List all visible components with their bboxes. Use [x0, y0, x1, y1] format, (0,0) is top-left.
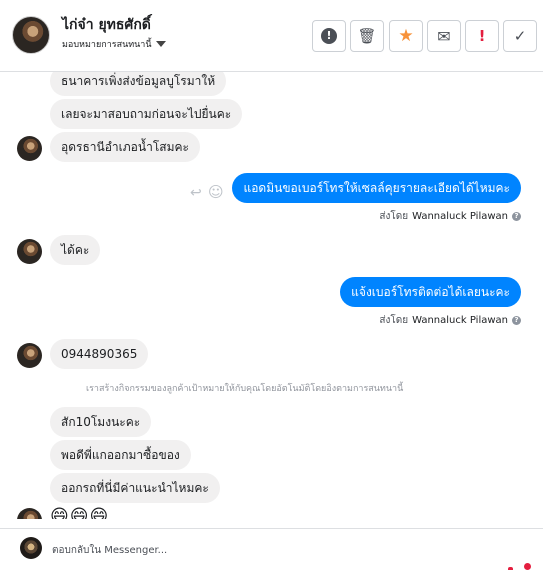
contact-avatar[interactable] — [12, 16, 50, 54]
trash-icon: 🗑 — [357, 27, 377, 45]
reply-input[interactable]: ตอบกลับใน Messenger... — [52, 543, 167, 558]
mark-spam-button[interactable]: ! — [312, 20, 346, 52]
message-bubble: ได้คะ — [50, 235, 101, 265]
system-notice: เราสร้างกิจกรรมของลูกค้าเป้าหมายให้กับคุ… — [86, 384, 404, 394]
done-button[interactable]: ✓ — [503, 20, 537, 52]
emoji-message: 😄😄😄 — [50, 506, 110, 519]
contact-avatar — [17, 136, 42, 161]
notification-dot — [524, 563, 531, 570]
star-button[interactable]: ★ — [389, 20, 423, 52]
assign-label: มอบหมายการสนทนานี้ — [62, 40, 152, 50]
sent-by-line: ส่งโดย Wannaluck Pilawan ? — [379, 313, 521, 328]
envelope-icon: ✉ — [437, 26, 451, 46]
contact-name[interactable]: ไก่จ๋า ยุทธศักดิ์ — [62, 14, 151, 36]
message-bubble-outgoing: แอดมินขอเบอร์โทรให้เซลล์คุยรายละเอียดได้… — [232, 173, 521, 203]
contact-avatar — [17, 239, 42, 264]
message-bubble: 0944890365 — [50, 339, 149, 369]
delete-button[interactable]: 🗑 — [350, 20, 384, 52]
star-icon: ★ — [398, 26, 414, 46]
message-bubble: ออกรถที่นี่มีค่าแนะนำไหมคะ — [50, 473, 220, 503]
message-bubble: พอดีพี่แกออกมาซื้อของ — [50, 440, 191, 470]
message-bubble: ธนาคารเพิ่งส่งข้อมูลบูโรมาให้ — [50, 72, 227, 96]
info-icon[interactable]: ? — [512, 316, 521, 325]
sent-by-name: Wannaluck Pilawan — [412, 315, 508, 326]
reply-composer[interactable]: ตอบกลับใน Messenger... — [0, 528, 543, 570]
react-smiley-icon[interactable]: ☺ — [208, 183, 224, 201]
sent-by-name: Wannaluck Pilawan — [412, 211, 508, 222]
sent-by-line: ส่งโดย Wannaluck Pilawan ? — [379, 209, 521, 224]
checkmark-icon: ✓ — [513, 27, 527, 45]
exclamation-icon: ! — [478, 27, 486, 45]
reply-icon[interactable]: ↩ — [190, 185, 202, 201]
alert-circle-icon: ! — [321, 28, 337, 44]
mark-unread-button[interactable]: ✉ — [427, 20, 461, 52]
contact-avatar — [17, 343, 42, 368]
contact-avatar — [17, 508, 42, 519]
assign-conversation-dropdown[interactable]: มอบหมายการสนทนานี้ — [62, 37, 166, 51]
conversation-header: ไก่จ๋า ยุทธศักดิ์ มอบหมายการสนทนานี้ ! 🗑… — [0, 0, 543, 72]
sent-by-prefix: ส่งโดย — [379, 211, 409, 222]
message-bubble: อุดรธานีอำเภอน้ำโสมคะ — [50, 132, 200, 162]
info-icon[interactable]: ? — [512, 212, 521, 221]
sent-by-prefix: ส่งโดย — [379, 315, 409, 326]
message-bubble: เลยจะมาสอบถามก่อนจะไปยื่นคะ — [50, 99, 243, 129]
message-bubble-outgoing: แจ้งเบอร์โทรติดต่อได้เลยนะคะ — [340, 277, 521, 307]
chevron-down-icon — [155, 41, 166, 47]
page-avatar — [20, 537, 42, 559]
message-bubble: สัก10โมงนะคะ — [50, 407, 152, 437]
message-thread[interactable]: ธนาคารเพิ่งส่งข้อมูลบูโรมาให้ เลยจะมาสอบ… — [0, 72, 543, 519]
priority-button[interactable]: ! — [465, 20, 499, 52]
